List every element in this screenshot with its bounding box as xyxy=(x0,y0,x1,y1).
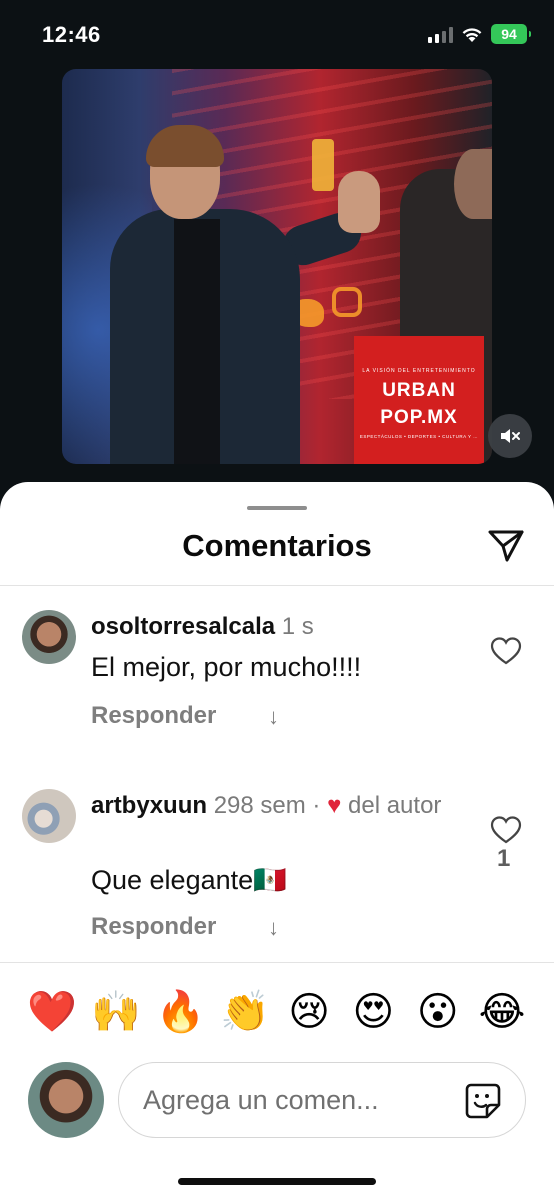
home-indicator[interactable] xyxy=(178,1178,376,1185)
comments-sheet: Comentarios osoltorresalcala 1 s El mejo… xyxy=(0,482,554,1200)
sheet-title: Comentarios xyxy=(182,528,372,563)
view-replies-arrow-icon[interactable]: ↓ xyxy=(268,915,279,941)
comment-time: 1 s xyxy=(281,613,314,640)
sticker-icon[interactable] xyxy=(463,1081,503,1121)
status-bar: 12:46 94 xyxy=(0,0,554,66)
comment-text: Que elegante🇲🇽 xyxy=(91,865,287,895)
comment-time: 298 sem xyxy=(213,792,306,819)
watermark-subtitle: ESPECTÁCULOS • DEPORTES • CULTURA Y … xyxy=(359,434,479,439)
emoji-laughing[interactable]: 😂 xyxy=(472,984,532,1040)
battery-indicator: 94 xyxy=(491,24,531,44)
emoji-surprised[interactable]: 😮 xyxy=(408,984,468,1040)
separator-dot: · xyxy=(312,792,321,819)
heart-icon[interactable] xyxy=(490,636,522,666)
mute-button[interactable] xyxy=(488,414,532,458)
instagram-logo-icon xyxy=(332,287,362,317)
sheet-drag-handle[interactable] xyxy=(247,506,307,510)
comment-header: artbyxuun 298 sem · ♥ del autor xyxy=(91,789,491,822)
comment-username[interactable]: artbyxuun xyxy=(91,792,207,819)
emoji-clapping[interactable]: 👏 xyxy=(215,984,275,1040)
watermark-line1: URBAN xyxy=(382,380,456,401)
avatar[interactable] xyxy=(22,789,76,843)
header-divider xyxy=(0,585,554,586)
paper-plane-icon xyxy=(488,530,524,562)
emoji-quick-reactions: ❤️ 🙌 🔥 👏 😢 😍 😮 😂 xyxy=(22,984,532,1040)
avatar[interactable] xyxy=(22,610,76,664)
reply-button[interactable]: Responder xyxy=(91,913,216,941)
person-shirt xyxy=(174,219,220,464)
comment-input[interactable]: Agrega un comen... xyxy=(118,1062,526,1138)
author-liked-heart-icon: ♥ xyxy=(327,792,342,819)
comment-username[interactable]: osoltorresalcala xyxy=(91,613,275,640)
heart-icon[interactable] xyxy=(490,815,522,845)
post-media[interactable]: LA VISIÓN DEL ENTRETENIMIENTO URBAN POP.… xyxy=(62,69,492,464)
emoji-crying[interactable]: 😢 xyxy=(279,984,339,1040)
watermark-tagline: LA VISIÓN DEL ENTRETENIMIENTO xyxy=(362,368,476,374)
view-replies-arrow-icon[interactable]: ↓ xyxy=(268,704,279,730)
emoji-divider xyxy=(0,962,554,963)
like-count: 1 xyxy=(497,845,511,872)
emoji-red-heart[interactable]: ❤️ xyxy=(22,984,82,1040)
watermark-line2: POP.MX xyxy=(380,407,458,428)
signal-icon xyxy=(428,27,453,43)
comment-text: El mejor, por mucho!!!! xyxy=(91,652,362,682)
comment-input-placeholder: Agrega un comen... xyxy=(143,1085,379,1115)
emoji-heart-eyes[interactable]: 😍 xyxy=(343,984,403,1040)
comment-header: osoltorresalcala 1 s xyxy=(91,610,491,643)
status-time: 12:46 xyxy=(42,22,101,47)
liked-by-author-label: del autor xyxy=(348,792,442,819)
wifi-icon xyxy=(462,28,482,42)
share-button[interactable] xyxy=(484,526,528,566)
person-waving-hand xyxy=(338,171,380,233)
speaker-muted-icon xyxy=(501,429,520,443)
emoji-fire[interactable]: 🔥 xyxy=(151,984,211,1040)
background-person-head xyxy=(454,149,492,219)
my-avatar xyxy=(28,1062,104,1138)
emoji-raising-hands[interactable]: 🙌 xyxy=(86,984,146,1040)
facebook-logo-icon xyxy=(312,139,334,191)
reply-button[interactable]: Responder xyxy=(91,702,216,730)
urbanpop-watermark: LA VISIÓN DEL ENTRETENIMIENTO URBAN POP.… xyxy=(354,336,484,464)
